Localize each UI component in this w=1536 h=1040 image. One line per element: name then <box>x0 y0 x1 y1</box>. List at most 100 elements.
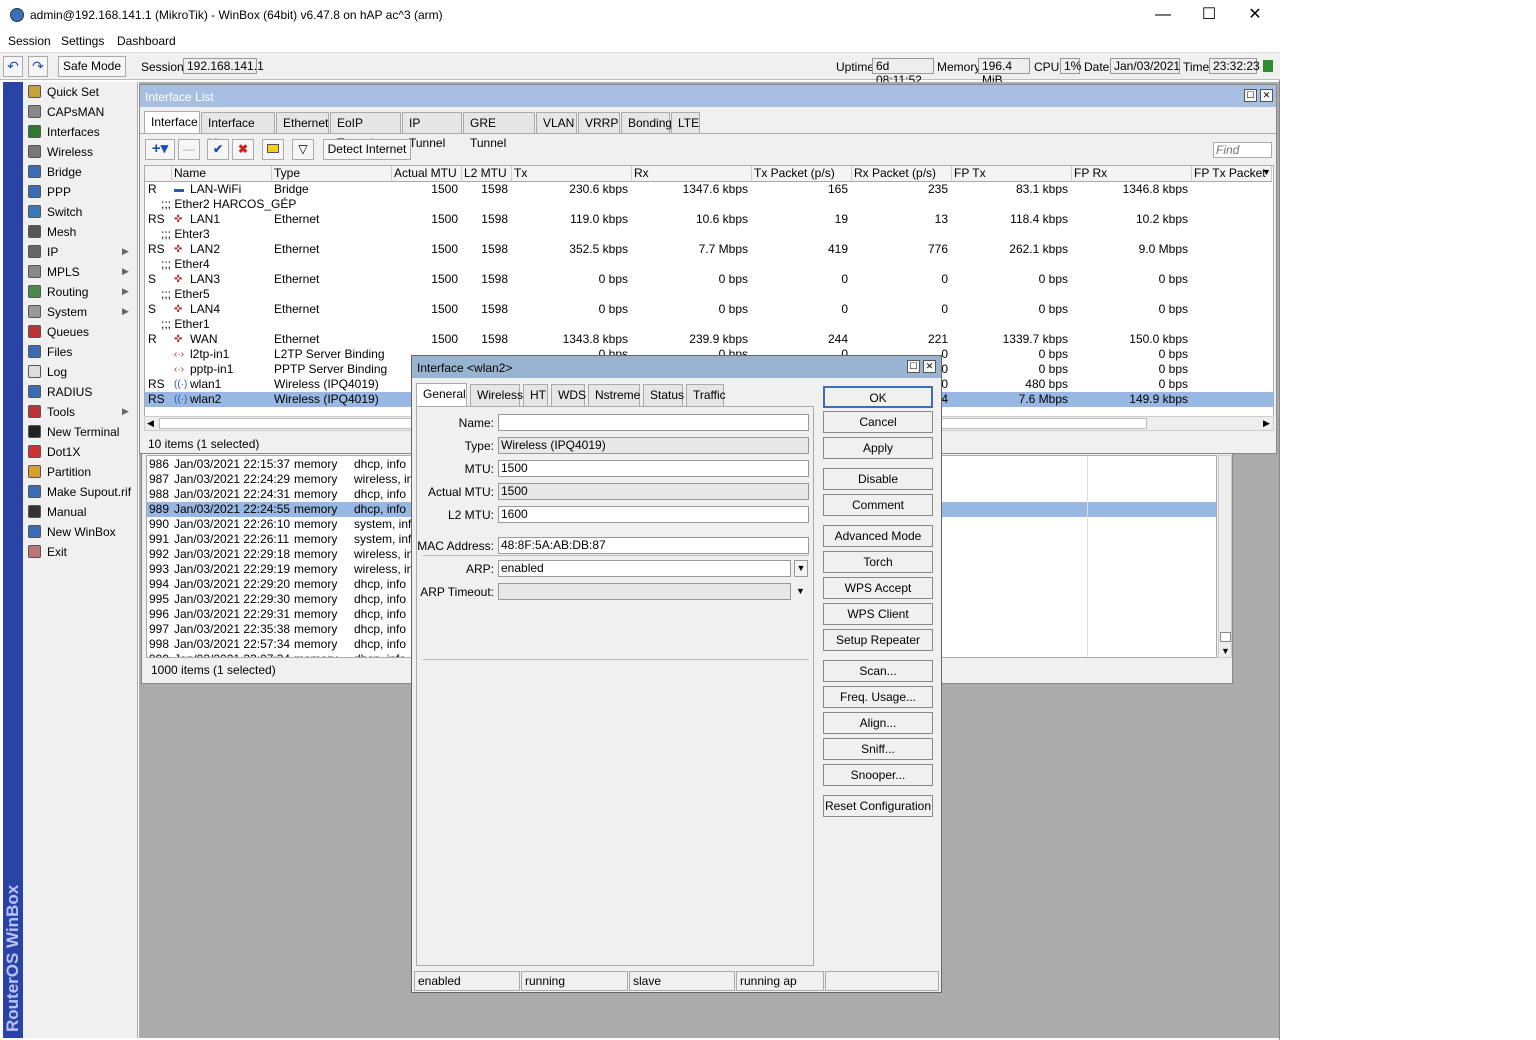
sidebar-item-tools[interactable]: Tools ▶ <box>23 402 138 422</box>
detect-internet-button[interactable]: Detect Internet <box>323 139 411 160</box>
field-mac-address[interactable]: 48:8F:5A:AB:DB:87 <box>498 537 809 554</box>
dialog-titlebar[interactable]: Interface <wlan2> ☐ ✕ <box>412 356 941 378</box>
window-close-icon[interactable]: ✕ <box>1260 89 1273 102</box>
column-header-4[interactable]: L2 MTU <box>462 166 512 182</box>
remove-icon[interactable]: — <box>178 139 200 160</box>
dialog-maximize-icon[interactable]: ☐ <box>907 360 920 373</box>
arp-dropdown-icon[interactable]: ▼ <box>794 560 808 577</box>
comment-row[interactable]: ;;; Ether2 HARCOS_GÉP <box>145 197 1273 212</box>
sidebar-item-bridge[interactable]: Bridge <box>23 162 138 182</box>
sidebar-item-mesh[interactable]: Mesh <box>23 222 138 242</box>
column-header-2[interactable]: Type <box>272 166 392 182</box>
filter-icon[interactable]: ▽ <box>292 139 314 160</box>
dialog-tab-nstreme[interactable]: Nstreme <box>588 384 640 406</box>
sniff-button[interactable]: Sniff... <box>823 738 933 760</box>
scroll-left-icon[interactable]: ◀ <box>147 418 154 429</box>
sidebar-item-ip[interactable]: IP ▶ <box>23 242 138 262</box>
table-row[interactable]: S ✜ LAN3 Ethernet 1500 1598 0 bps 0 bps 0 0 0 bps 0… <box>145 272 1273 287</box>
field-arp[interactable]: enabled <box>498 560 791 577</box>
log-scrollbar[interactable]: ▼ <box>1218 455 1232 658</box>
apply-button[interactable]: Apply <box>823 437 933 459</box>
add-icon[interactable]: +▾ <box>145 139 175 160</box>
window-maximize-icon[interactable]: ☐ <box>1244 89 1257 102</box>
setup-repeater-button[interactable]: Setup Repeater <box>823 629 933 651</box>
dialog-close-icon[interactable]: ✕ <box>923 360 936 373</box>
menu-settings[interactable]: Settings <box>61 34 104 48</box>
advanced-mode-button[interactable]: Advanced Mode <box>823 525 933 547</box>
menu-dashboard[interactable]: Dashboard <box>117 34 176 48</box>
comment-row[interactable]: ;;; Ether1 <box>145 317 1273 332</box>
sidebar-item-routing[interactable]: Routing ▶ <box>23 282 138 302</box>
column-header-7[interactable]: Tx Packet (p/s) <box>752 166 852 182</box>
sidebar-item-make-supout-rif[interactable]: Make Supout.rif <box>23 482 138 502</box>
sidebar-item-radius[interactable]: RADIUS <box>23 382 138 402</box>
safe-mode-button[interactable]: Safe Mode <box>58 56 126 77</box>
dialog-tab-status[interactable]: Status <box>643 384 684 406</box>
sidebar-item-mpls[interactable]: MPLS ▶ <box>23 262 138 282</box>
torch-button[interactable]: Torch <box>823 551 933 573</box>
tab-bonding[interactable]: Bonding <box>621 112 672 134</box>
comment-button[interactable]: Comment <box>823 494 933 516</box>
column-header-1[interactable]: Name <box>172 166 272 182</box>
comment-row[interactable]: ;;; Ehter3 <box>145 227 1273 242</box>
field-mtu[interactable]: 1500 <box>498 460 809 477</box>
cancel-button[interactable]: Cancel <box>823 411 933 433</box>
find-input[interactable] <box>1213 142 1272 158</box>
sidebar-item-log[interactable]: Log <box>23 362 138 382</box>
tab-eoip-tunnel[interactable]: EoIP Tunnel <box>330 112 401 150</box>
table-row[interactable]: S ✜ LAN4 Ethernet 1500 1598 0 bps 0 bps 0 0 0 bps 0… <box>145 302 1273 317</box>
minimize-button[interactable]: — <box>1140 4 1186 26</box>
sidebar-item-dot1x[interactable]: Dot1X <box>23 442 138 462</box>
dialog-tab-general[interactable]: General <box>416 383 467 406</box>
sidebar-item-manual[interactable]: Manual <box>23 502 138 522</box>
maximize-button[interactable]: ☐ <box>1186 4 1232 26</box>
table-row[interactable]: R ✜ WAN Ethernet 1500 1598 1343.8 kbps 239.9 kb… <box>145 332 1273 347</box>
table-row[interactable]: RS ✜ LAN1 Ethernet 1500 1598 119.0 kbps 10.6 kb… <box>145 212 1273 227</box>
wps-client-button[interactable]: WPS Client <box>823 603 933 625</box>
scan-button[interactable]: Scan... <box>823 660 933 682</box>
tab-vlan[interactable]: VLAN <box>536 112 577 134</box>
tab-interface-list[interactable]: Interface List <box>201 112 275 150</box>
tab-lte[interactable]: LTE <box>671 112 700 134</box>
sidebar-item-partition[interactable]: Partition <box>23 462 138 482</box>
column-header-8[interactable]: Rx Packet (p/s) <box>852 166 952 182</box>
tab-interface[interactable]: Interface <box>144 111 200 134</box>
column-menu-icon[interactable]: ▼ <box>1262 167 1271 177</box>
table-row[interactable]: R ▬ LAN-WiFi Bridge 1500 1598 230.6 kbps 1347.6… <box>145 182 1273 197</box>
sidebar-item-interfaces[interactable]: Interfaces <box>23 122 138 142</box>
scroll-right-icon[interactable]: ▶ <box>1263 418 1270 429</box>
freq-usage-button[interactable]: Freq. Usage... <box>823 686 933 708</box>
align-button[interactable]: Align... <box>823 712 933 734</box>
sidebar-item-wireless[interactable]: Wireless <box>23 142 138 162</box>
comment-row[interactable]: ;;; Ether4 <box>145 257 1273 272</box>
comment-row[interactable]: ;;; Ether5 <box>145 287 1273 302</box>
disable-icon[interactable]: ✖ <box>232 139 254 160</box>
sidebar-item-quick-set[interactable]: Quick Set <box>23 82 138 102</box>
sidebar-item-capsman[interactable]: CAPsMAN <box>23 102 138 122</box>
sidebar-item-new-terminal[interactable]: New Terminal <box>23 422 138 442</box>
snooper-button[interactable]: Snooper... <box>823 764 933 786</box>
menu-session[interactable]: Session <box>8 34 51 48</box>
column-header-6[interactable]: Rx <box>632 166 752 182</box>
disable-button[interactable]: Disable <box>823 468 933 490</box>
ok-button[interactable]: OK <box>823 386 933 408</box>
reset-configuration-button[interactable]: Reset Configuration <box>823 795 933 817</box>
table-row[interactable]: RS ✜ LAN2 Ethernet 1500 1598 352.5 kbps 7.7 Mbp… <box>145 242 1273 257</box>
scroll-down-icon[interactable]: ▼ <box>1221 646 1230 656</box>
wps-accept-button[interactable]: WPS Accept <box>823 577 933 599</box>
column-header-0[interactable] <box>145 166 172 182</box>
redo-icon[interactable]: ↷ <box>28 56 48 77</box>
dialog-tab-traffic[interactable]: Traffic <box>686 384 726 406</box>
close-button[interactable]: ✕ <box>1232 4 1278 26</box>
undo-icon[interactable]: ↶ <box>3 56 23 77</box>
comment-icon[interactable] <box>262 139 284 160</box>
column-header-3[interactable]: Actual MTU <box>392 166 462 182</box>
tab-gre-tunnel[interactable]: GRE Tunnel <box>463 112 535 150</box>
column-header-9[interactable]: FP Tx <box>952 166 1072 182</box>
field-name[interactable]: wlan2 <box>498 414 809 431</box>
column-header-10[interactable]: FP Rx <box>1072 166 1192 182</box>
sidebar-item-files[interactable]: Files <box>23 342 138 362</box>
dialog-tab-ht[interactable]: HT <box>523 384 548 406</box>
column-header-5[interactable]: Tx <box>512 166 632 182</box>
dialog-tab-wds[interactable]: WDS <box>551 384 586 406</box>
